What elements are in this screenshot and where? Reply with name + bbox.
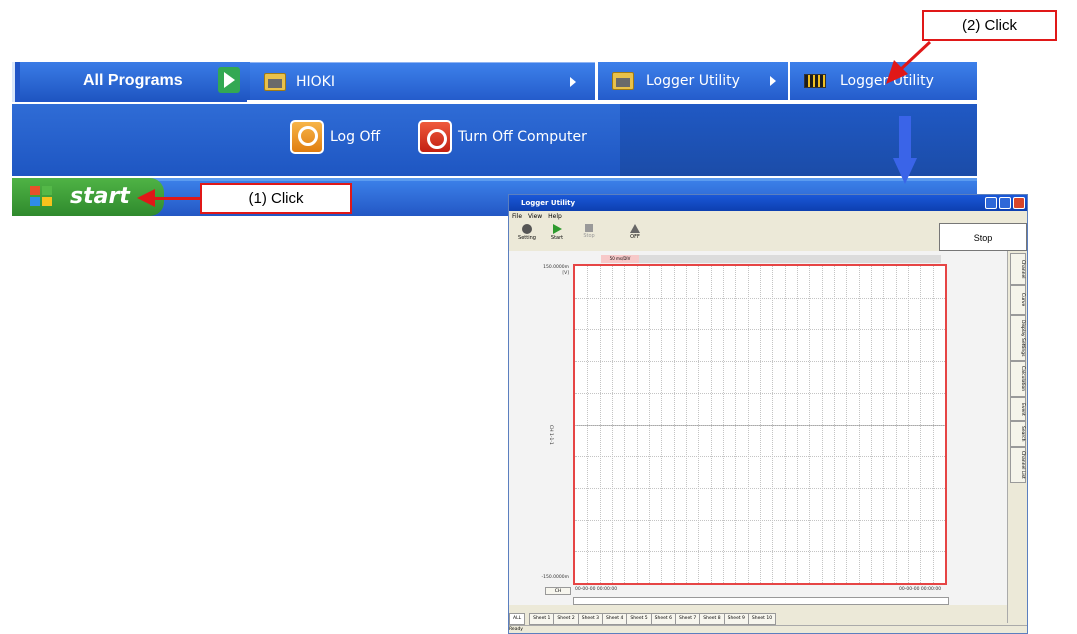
log-off-button[interactable]: Log Off bbox=[330, 118, 380, 156]
close-button[interactable] bbox=[1013, 197, 1025, 209]
menu-help[interactable]: Help bbox=[548, 213, 562, 220]
time-end-label: 00-00-00 00:00:00 bbox=[899, 587, 942, 592]
menu-item-label: Logger Utility bbox=[646, 73, 740, 89]
stop-icon bbox=[585, 224, 593, 232]
sheet-tab[interactable]: Sheet 5 bbox=[626, 613, 652, 625]
y-max-label: 150.0000m bbox=[543, 265, 569, 270]
menu-view[interactable]: View bbox=[528, 213, 542, 220]
time-start-label: 00-00-00 00:00:00 bbox=[575, 587, 618, 592]
sheet-tab[interactable]: Sheet 1 bbox=[529, 613, 555, 625]
grid-line-horizontal bbox=[575, 329, 945, 331]
submenu-arrow-icon bbox=[570, 77, 576, 87]
turn-off-button[interactable]: Turn Off Computer bbox=[458, 118, 587, 156]
start-label: Start bbox=[550, 235, 564, 241]
sheet-tabs: ALL Sheet 1 Sheet 2 Sheet 3 Sheet 4 Sheet 5 Sh… bbox=[509, 613, 1007, 625]
menubar: File View Help bbox=[509, 211, 1027, 222]
side-tab-channel[interactable]: Channel bbox=[1010, 253, 1026, 285]
setting-button[interactable]: Setting bbox=[513, 222, 541, 248]
grid-line-horizontal bbox=[575, 487, 945, 489]
menu-item-hioki[interactable]: HIOKI bbox=[250, 62, 595, 100]
menu-item-label: HIOKI bbox=[296, 74, 335, 90]
ch-button[interactable]: CH bbox=[545, 587, 571, 595]
y-min-label: -150.0000m bbox=[541, 575, 569, 580]
side-tab-event[interactable]: Event bbox=[1010, 397, 1026, 421]
stop-record-button[interactable]: Stop bbox=[575, 222, 603, 248]
time-scrollbar[interactable] bbox=[573, 597, 949, 605]
stop-status-button[interactable]: Stop bbox=[939, 223, 1027, 251]
menu-item-logger-folder[interactable]: Logger Utility bbox=[598, 62, 788, 100]
log-off-icon[interactable] bbox=[290, 120, 324, 154]
waveform-plot[interactable] bbox=[573, 264, 947, 585]
side-panel-tabs: Channel Curve Display Settings Calculation E… bbox=[1007, 251, 1027, 623]
callout-1-arrow-icon bbox=[137, 189, 155, 207]
grid-line-horizontal bbox=[575, 297, 945, 299]
cursor-icon bbox=[630, 224, 640, 233]
sheet-tab[interactable]: Sheet 2 bbox=[553, 613, 579, 625]
sheet-tab[interactable]: Sheet 4 bbox=[602, 613, 628, 625]
grid-line-horizontal bbox=[575, 551, 945, 553]
sheet-tab[interactable]: ALL bbox=[509, 613, 526, 625]
channel-label: CH 1-1-1 bbox=[548, 425, 553, 445]
logger-utility-window: Logger Utility File View Help Setting St… bbox=[508, 194, 1028, 634]
setting-label: Setting bbox=[518, 235, 536, 241]
start-record-button[interactable]: Start bbox=[543, 222, 571, 248]
gear-icon bbox=[522, 224, 532, 234]
callout-1-line bbox=[152, 197, 204, 200]
logger-utility-icon bbox=[804, 74, 826, 88]
sheet-tab[interactable]: Sheet 9 bbox=[723, 613, 749, 625]
program-folder-icon bbox=[264, 73, 286, 91]
off-label: OFF bbox=[630, 234, 640, 240]
menu-file[interactable]: File bbox=[512, 213, 522, 220]
time-div-bar bbox=[639, 255, 941, 263]
all-programs-item[interactable]: All Programs bbox=[20, 62, 250, 100]
windows-logo-icon bbox=[30, 186, 54, 208]
grid-line-horizontal bbox=[575, 392, 945, 394]
off-button[interactable]: OFF bbox=[621, 222, 649, 248]
power-icon[interactable] bbox=[418, 120, 452, 154]
window-title: Logger Utility bbox=[509, 195, 1027, 211]
grid-line-horizontal bbox=[575, 456, 945, 458]
stop-label: Stop bbox=[583, 233, 595, 239]
time-div-label: 50 ms/DIV bbox=[601, 255, 639, 263]
maximize-button[interactable] bbox=[999, 197, 1011, 209]
start-menu-footer-right bbox=[620, 104, 977, 176]
grid-line-horizontal bbox=[575, 519, 945, 521]
side-tab-curve[interactable]: Curve bbox=[1010, 285, 1026, 315]
grid-line-horizontal bbox=[575, 424, 945, 426]
y-unit-label: [V] bbox=[562, 271, 569, 276]
status-bar: Ready bbox=[509, 625, 1027, 633]
minimize-button[interactable] bbox=[985, 197, 997, 209]
play-icon bbox=[552, 224, 562, 234]
callout-step-2: (2) Click bbox=[922, 10, 1057, 41]
side-tab-search[interactable]: Search bbox=[1010, 421, 1026, 447]
submenu-arrow-icon bbox=[770, 76, 776, 86]
callout-2-arrow-icon bbox=[886, 40, 932, 84]
sheet-tab[interactable]: Sheet 7 bbox=[674, 613, 701, 625]
side-tab-display-settings[interactable]: Display Settings bbox=[1010, 315, 1026, 361]
all-programs-arrow-icon bbox=[218, 67, 240, 93]
sheet-tab[interactable]: Sheet 10 bbox=[747, 613, 777, 625]
callout-step-1: (1) Click bbox=[200, 183, 352, 214]
grid-line-horizontal bbox=[575, 361, 945, 363]
side-tab-calculation[interactable]: Calculation bbox=[1010, 361, 1026, 397]
side-tab-channel-list[interactable]: Channel List bbox=[1010, 447, 1026, 483]
sheet-tab[interactable]: Sheet 3 bbox=[577, 613, 604, 625]
sheet-tab[interactable]: Sheet 8 bbox=[699, 613, 725, 625]
sheet-tab[interactable]: Sheet 6 bbox=[650, 613, 676, 625]
down-arrow-icon bbox=[893, 116, 917, 184]
program-folder-icon bbox=[612, 72, 634, 90]
